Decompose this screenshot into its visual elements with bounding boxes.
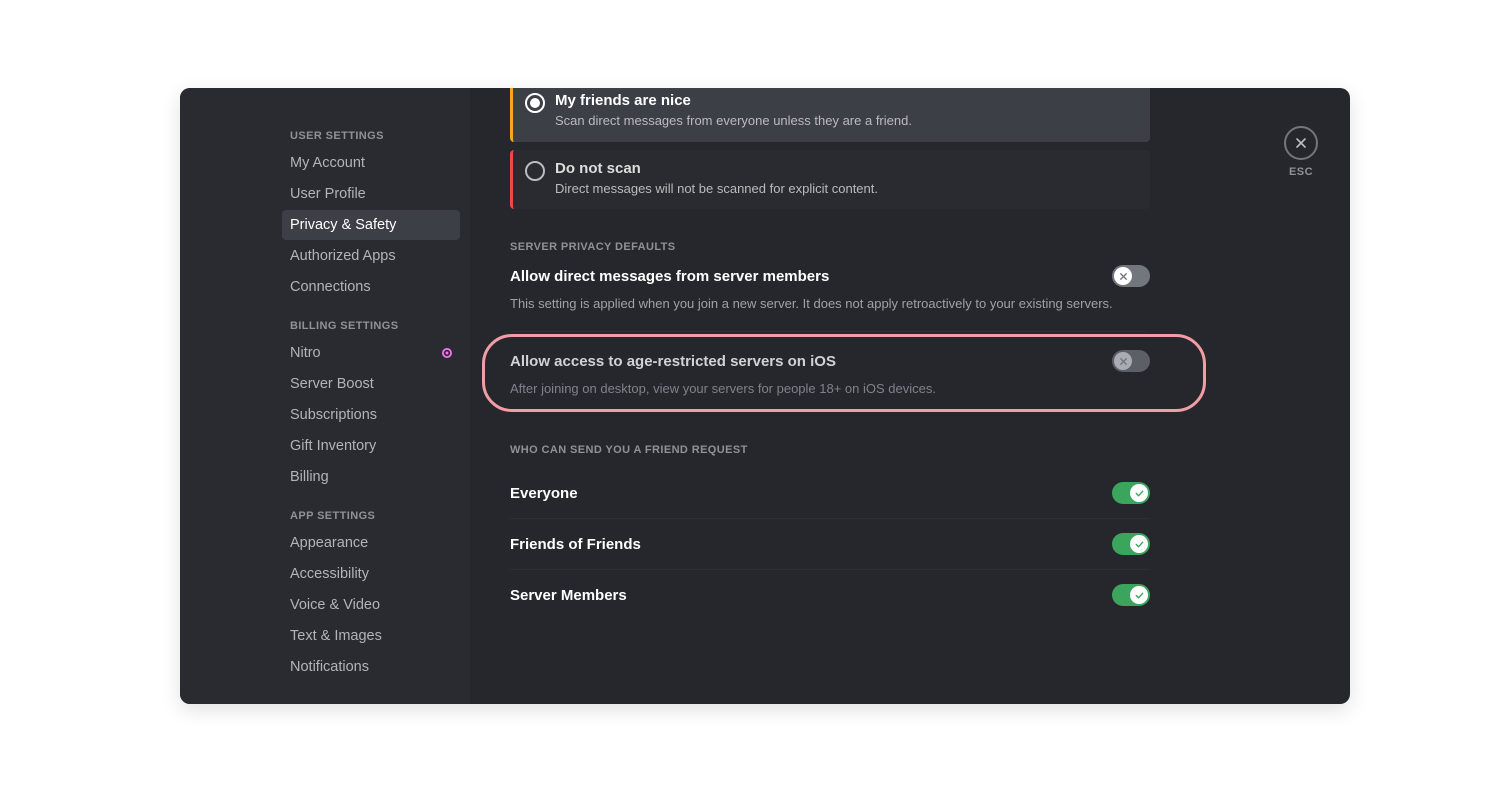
sidebar-item-my-account[interactable]: My Account — [282, 148, 460, 178]
sidebar-item-label: My Account — [290, 155, 365, 171]
sidebar-item-label: Voice & Video — [290, 597, 380, 613]
toggle-knob-on-icon — [1130, 586, 1148, 604]
sidebar-item-subscriptions[interactable]: Subscriptions — [282, 400, 460, 430]
setting-allow-dm-server-members: Allow direct messages from server member… — [510, 265, 1150, 289]
sidebar-item-notifications[interactable]: Notifications — [282, 652, 460, 682]
toggle-age-restricted-ios[interactable] — [1112, 350, 1150, 372]
sidebar-item-server-boost[interactable]: Server Boost — [282, 369, 460, 399]
settings-content: ESC My friends are nice Scan direct mess… — [470, 88, 1350, 704]
friend-request-everyone: Everyone — [510, 468, 1150, 519]
sidebar-item-connections[interactable]: Connections — [282, 272, 460, 302]
settings-window: USER SETTINGS My Account User Profile Pr… — [180, 88, 1350, 704]
sidebar-item-appearance[interactable]: Appearance — [282, 528, 460, 558]
sidebar-item-user-profile[interactable]: User Profile — [282, 179, 460, 209]
scan-option-friends-nice[interactable]: My friends are nice Scan direct messages… — [510, 88, 1150, 142]
toggle-friend-fof[interactable] — [1112, 533, 1150, 555]
sidebar-item-label: Subscriptions — [290, 407, 377, 423]
sidebar-item-accessibility[interactable]: Accessibility — [282, 559, 460, 589]
sidebar-item-label: Text & Images — [290, 628, 382, 644]
section-heading-server-privacy: SERVER PRIVACY DEFAULTS — [510, 241, 1150, 253]
sidebar-item-voice-video[interactable]: Voice & Video — [282, 590, 460, 620]
scan-option-do-not-scan[interactable]: Do not scan Direct messages will not be … — [510, 150, 1150, 210]
sidebar-item-label: Accessibility — [290, 566, 369, 582]
nitro-badge-icon — [440, 346, 454, 360]
setting-label: Server Members — [510, 587, 627, 604]
sidebar-item-privacy-safety[interactable]: Privacy & Safety — [282, 210, 460, 240]
setting-label: Everyone — [510, 485, 578, 502]
sidebar-item-label: Authorized Apps — [290, 248, 396, 264]
toggle-friend-server-members[interactable] — [1112, 584, 1150, 606]
radio-selected-icon — [525, 93, 545, 113]
setting-label: Allow direct messages from server member… — [510, 268, 829, 285]
scan-option-title: My friends are nice — [555, 92, 912, 110]
setting-label: Allow access to age-restricted servers o… — [510, 353, 836, 370]
sidebar-item-label: Gift Inventory — [290, 438, 376, 454]
setting-desc: After joining on desktop, view your serv… — [510, 380, 1150, 398]
toggle-knob-off-icon — [1114, 267, 1132, 285]
scan-option-title: Do not scan — [555, 160, 878, 178]
sidebar-item-gift-inventory[interactable]: Gift Inventory — [282, 431, 460, 461]
sidebar-item-authorized-apps[interactable]: Authorized Apps — [282, 241, 460, 271]
sidebar-item-label: Connections — [290, 279, 371, 295]
friend-request-friends-of-friends: Friends of Friends — [510, 519, 1150, 570]
sidebar-item-label: Server Boost — [290, 376, 374, 392]
sidebar-heading-user-settings: USER SETTINGS — [282, 126, 460, 148]
scan-option-desc: Scan direct messages from everyone unles… — [555, 112, 912, 130]
radio-unselected-icon — [525, 161, 545, 181]
toggle-friend-everyone[interactable] — [1112, 482, 1150, 504]
sidebar-item-label: Appearance — [290, 535, 368, 551]
sidebar-item-label: Nitro — [290, 345, 321, 361]
sidebar-heading-billing-settings: BILLING SETTINGS — [282, 316, 460, 338]
esc-label: ESC — [1284, 166, 1318, 178]
friend-request-server-members: Server Members — [510, 570, 1150, 620]
sidebar-heading-app-settings: APP SETTINGS — [282, 506, 460, 528]
divider — [510, 331, 1150, 332]
settings-sidebar: USER SETTINGS My Account User Profile Pr… — [180, 88, 470, 704]
sidebar-item-label: Privacy & Safety — [290, 217, 396, 233]
toggle-allow-dm[interactable] — [1112, 265, 1150, 287]
scan-option-desc: Direct messages will not be scanned for … — [555, 180, 878, 198]
toggle-knob-on-icon — [1130, 535, 1148, 553]
setting-allow-age-restricted-ios: Allow access to age-restricted servers o… — [510, 350, 1150, 398]
close-button[interactable] — [1284, 126, 1318, 160]
sidebar-item-label: Billing — [290, 469, 329, 485]
close-settings: ESC — [1284, 126, 1318, 178]
sidebar-item-text-images[interactable]: Text & Images — [282, 621, 460, 651]
sidebar-item-billing[interactable]: Billing — [282, 462, 460, 492]
setting-label: Friends of Friends — [510, 536, 641, 553]
section-heading-friend-requests: WHO CAN SEND YOU A FRIEND REQUEST — [510, 444, 1150, 456]
sidebar-item-nitro[interactable]: Nitro — [282, 338, 460, 368]
sidebar-item-label: User Profile — [290, 186, 366, 202]
sidebar-item-label: Notifications — [290, 659, 369, 675]
toggle-knob-on-icon — [1130, 484, 1148, 502]
setting-desc: This setting is applied when you join a … — [510, 295, 1150, 313]
toggle-knob-off-icon — [1114, 352, 1132, 370]
